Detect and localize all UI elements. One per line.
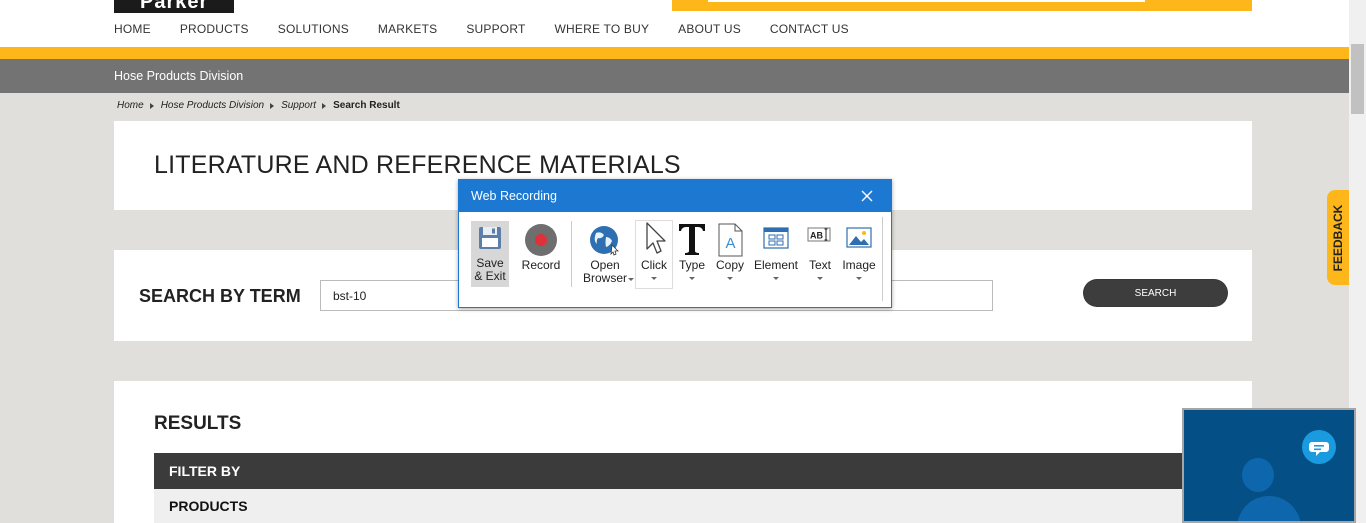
svg-text:A: A xyxy=(725,235,735,252)
breadcrumb-division[interactable]: Hose Products Division xyxy=(161,100,264,111)
dialog-title: Web Recording xyxy=(471,189,557,203)
division-title[interactable]: Hose Products Division xyxy=(114,69,243,83)
web-recording-dialog: Web Recording Save & Exit Record Open Br… xyxy=(458,179,892,308)
copy-button[interactable]: A Copy xyxy=(711,221,749,287)
chat-bubble-icon[interactable] xyxy=(1302,430,1336,464)
save-exit-label-2: & Exit xyxy=(474,269,506,283)
filter-by-header[interactable]: FILTER BY xyxy=(154,453,1252,489)
image-dropdown-icon[interactable] xyxy=(856,277,862,280)
type-t-icon xyxy=(677,221,707,260)
search-button-label: SEARCH xyxy=(1134,288,1177,299)
filter-by-label: FILTER BY xyxy=(169,463,241,479)
element-grid-icon xyxy=(763,227,789,252)
copy-label: Copy xyxy=(715,258,744,272)
main-nav: HOME PRODUCTS SOLUTIONS MARKETS SUPPORT … xyxy=(114,22,878,36)
search-label: SEARCH BY TERM xyxy=(139,286,301,306)
click-button[interactable]: Click xyxy=(635,221,673,287)
image-button[interactable]: Image xyxy=(839,221,879,287)
page-title: LITERATURE AND REFERENCE MATERIALS xyxy=(154,151,681,179)
nav-about-us[interactable]: ABOUT US xyxy=(678,22,741,36)
floppy-disk-icon xyxy=(477,225,503,254)
text-label: Text xyxy=(808,258,831,272)
breadcrumb-home[interactable]: Home xyxy=(117,100,144,111)
cursor-arrow-icon xyxy=(639,221,669,258)
breadcrumb: Home Hose Products Division Support Sear… xyxy=(117,100,400,111)
brand-accent-bar xyxy=(0,47,1349,59)
nav-where-to-buy[interactable]: WHERE TO BUY xyxy=(555,22,650,36)
copy-document-icon: A xyxy=(716,223,744,260)
record-button[interactable]: Record xyxy=(515,221,567,287)
image-picture-icon xyxy=(846,227,872,252)
close-icon[interactable] xyxy=(857,186,877,206)
type-button[interactable]: Type xyxy=(675,221,709,287)
click-dropdown-icon[interactable] xyxy=(651,277,657,280)
text-button[interactable]: AB Text xyxy=(803,221,837,287)
dialog-titlebar[interactable]: Web Recording xyxy=(459,180,891,212)
type-label: Type xyxy=(678,258,705,272)
open-browser-label-2: Browser xyxy=(582,271,627,285)
nav-products[interactable]: PRODUCTS xyxy=(180,22,249,36)
nav-support[interactable]: SUPPORT xyxy=(466,22,525,36)
results-card: RESULTS FILTER BY PRODUCTS xyxy=(114,381,1252,523)
type-dropdown-icon[interactable] xyxy=(689,277,695,280)
element-label: Element xyxy=(753,258,799,272)
page-scrollbar-thumb[interactable] xyxy=(1351,44,1364,114)
chat-widget[interactable] xyxy=(1182,408,1356,523)
breadcrumb-current: Search Result xyxy=(333,100,400,111)
header-search-strip xyxy=(672,0,1252,11)
text-dropdown-icon[interactable] xyxy=(817,277,823,280)
recording-toolbar: Save & Exit Record Open Browser Click Ty… xyxy=(467,217,883,301)
open-browser-button[interactable]: Open Browser xyxy=(577,221,634,287)
globe-icon xyxy=(588,223,622,260)
breadcrumb-arrow-icon xyxy=(322,102,327,109)
save-exit-button[interactable]: Save & Exit xyxy=(471,221,509,287)
element-button[interactable]: Element xyxy=(751,221,801,287)
open-browser-dropdown-icon[interactable] xyxy=(628,278,634,281)
toolbar-separator xyxy=(571,221,572,287)
breadcrumb-support[interactable]: Support xyxy=(281,100,316,111)
breadcrumb-arrow-icon xyxy=(149,102,154,109)
feedback-tab[interactable]: FEEDBACK xyxy=(1327,190,1349,285)
record-icon xyxy=(524,223,558,260)
search-button[interactable]: SEARCH xyxy=(1083,279,1228,307)
element-dropdown-icon[interactable] xyxy=(773,277,779,280)
division-bar: Hose Products Division xyxy=(0,59,1349,93)
products-filter-row[interactable]: PRODUCTS xyxy=(154,489,1252,523)
logo-text: Parker xyxy=(140,0,209,13)
results-title: RESULTS xyxy=(154,413,242,434)
click-label: Click xyxy=(641,258,667,272)
site-header: Parker HOME PRODUCTS SOLUTIONS MARKETS S… xyxy=(0,0,1349,47)
nav-contact-us[interactable]: CONTACT US xyxy=(770,22,849,36)
svg-text:AB: AB xyxy=(810,231,823,241)
nav-solutions[interactable]: SOLUTIONS xyxy=(278,22,349,36)
breadcrumb-arrow-icon xyxy=(270,102,275,109)
image-label: Image xyxy=(842,258,876,272)
nav-markets[interactable]: MARKETS xyxy=(378,22,437,36)
header-search-input[interactable] xyxy=(708,0,1145,2)
text-field-icon: AB xyxy=(807,226,833,247)
products-filter-label: PRODUCTS xyxy=(169,498,248,514)
record-label: Record xyxy=(521,258,561,272)
copy-dropdown-icon[interactable] xyxy=(727,277,733,280)
nav-home[interactable]: HOME xyxy=(114,22,151,36)
agent-avatar-body xyxy=(1237,496,1301,521)
feedback-label: FEEDBACK xyxy=(1331,204,1345,271)
agent-avatar-icon xyxy=(1242,458,1274,492)
parker-logo[interactable]: Parker xyxy=(114,0,234,13)
